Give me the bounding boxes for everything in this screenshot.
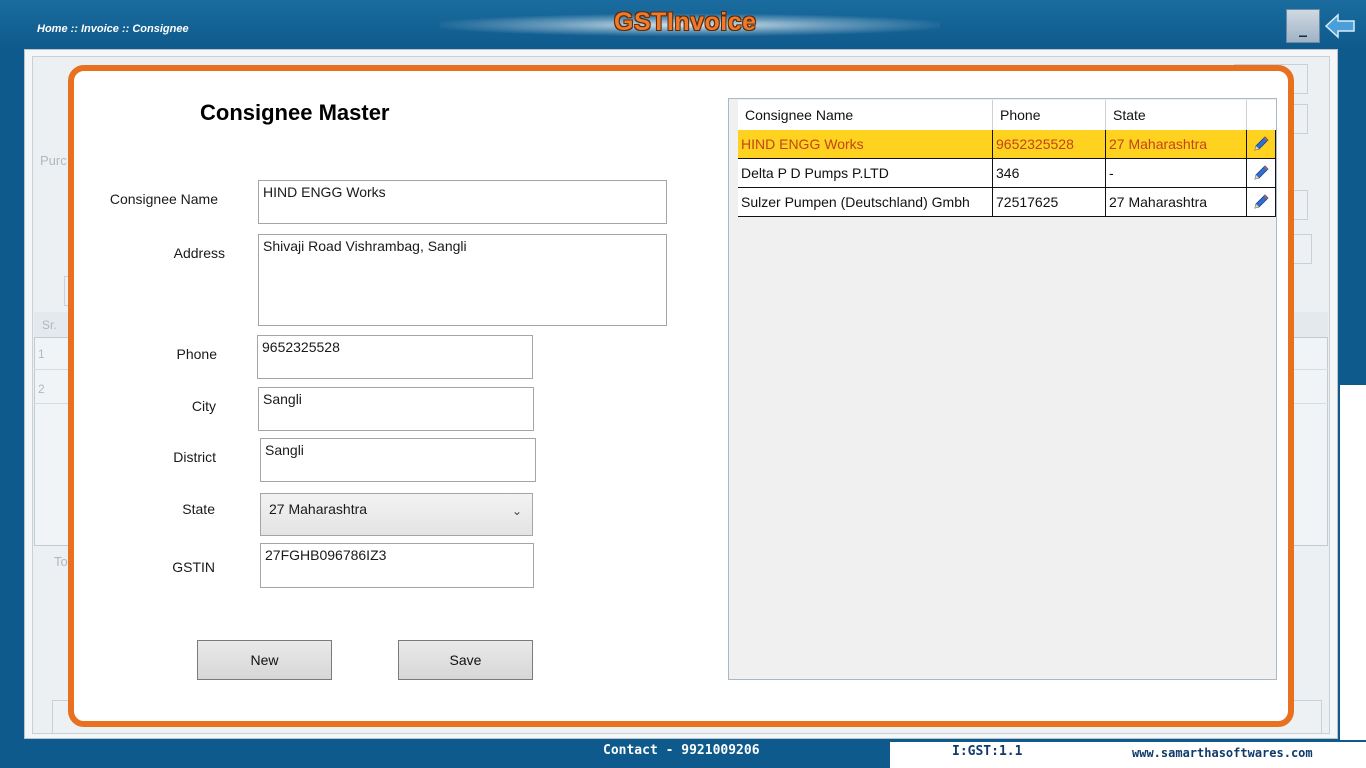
consignee-name-label: Consignee Name (109, 191, 218, 207)
cell-phone: 9652325528 (993, 130, 1106, 159)
background-sr-label: Sr. (42, 318, 57, 332)
right-strip (1340, 385, 1366, 740)
edit-pencil-icon[interactable] (1247, 130, 1276, 159)
cell-state: 27 Maharashtra (1106, 130, 1247, 159)
chevron-down-icon: ⌄ (511, 504, 522, 518)
breadcrumb[interactable]: Home :: Invoice :: Consignee (37, 23, 189, 35)
table-row[interactable]: HIND ENGG Works 9652325528 27 Maharashtr… (738, 130, 1276, 159)
column-header-phone[interactable]: Phone (993, 100, 1106, 130)
cell-name: Sulzer Pumpen (Deutschland) Gmbh (738, 188, 993, 217)
city-input[interactable]: Sangli (258, 387, 534, 431)
background-row-number: 2 (38, 382, 45, 396)
website-link[interactable]: www.samarthasoftwares.com (1132, 746, 1313, 760)
consignee-name-input[interactable]: HIND ENGG Works (258, 180, 667, 224)
minimize-button[interactable]: _ (1286, 9, 1320, 43)
footer-info-bar: I:GST:1.1 www.samarthasoftwares.com (888, 740, 1366, 768)
state-label: State (182, 501, 215, 517)
district-label: District (173, 449, 216, 465)
gstin-label: GSTIN (172, 559, 215, 575)
back-arrow-icon[interactable] (1324, 12, 1356, 40)
address-label: Address (173, 245, 225, 261)
phone-label: Phone (176, 346, 217, 362)
column-header-state[interactable]: State (1106, 100, 1247, 130)
cell-state: 27 Maharashtra (1106, 188, 1247, 217)
gstin-input[interactable]: 27FGHB096786IZ3 (260, 543, 534, 588)
new-button[interactable]: New (197, 640, 332, 680)
address-input[interactable]: Shivaji Road Vishrambag, Sangli (258, 234, 667, 326)
background-row-number: 1 (38, 347, 45, 361)
background-purchase-label: Purc (40, 153, 67, 168)
cell-name: HIND ENGG Works (738, 130, 993, 159)
cell-phone: 72517625 (993, 188, 1106, 217)
save-button[interactable]: Save (398, 640, 533, 680)
table-row[interactable]: Sulzer Pumpen (Deutschland) Gmbh 7251762… (738, 188, 1276, 217)
version-text: I:GST:1.1 (952, 744, 1023, 759)
cell-name: Delta P D Pumps P.LTD (738, 159, 993, 188)
city-label: City (191, 398, 216, 414)
edit-pencil-icon[interactable] (1247, 188, 1276, 217)
column-header-edit (1247, 100, 1276, 130)
edit-pencil-icon[interactable] (1247, 159, 1276, 188)
state-select-value: 27 Maharashtra (269, 501, 368, 517)
app-title: GSTInvoice (614, 8, 757, 36)
cell-state: - (1106, 159, 1247, 188)
cell-phone: 346 (993, 159, 1106, 188)
footer-contact-bar: Contact - 9921009206 (0, 740, 888, 768)
grid-header: Consignee Name Phone State (738, 100, 1276, 130)
page-title: Consignee Master (200, 100, 390, 125)
background-total-label: To (54, 554, 68, 569)
column-header-name[interactable]: Consignee Name (738, 100, 993, 130)
state-select[interactable]: 27 Maharashtra ⌄ (260, 493, 533, 536)
phone-input[interactable]: 9652325528 (257, 335, 533, 379)
district-input[interactable]: Sangli (260, 438, 536, 482)
table-row[interactable]: Delta P D Pumps P.LTD 346 - (738, 159, 1276, 188)
contact-text: Contact - 9921009206 (603, 743, 760, 758)
